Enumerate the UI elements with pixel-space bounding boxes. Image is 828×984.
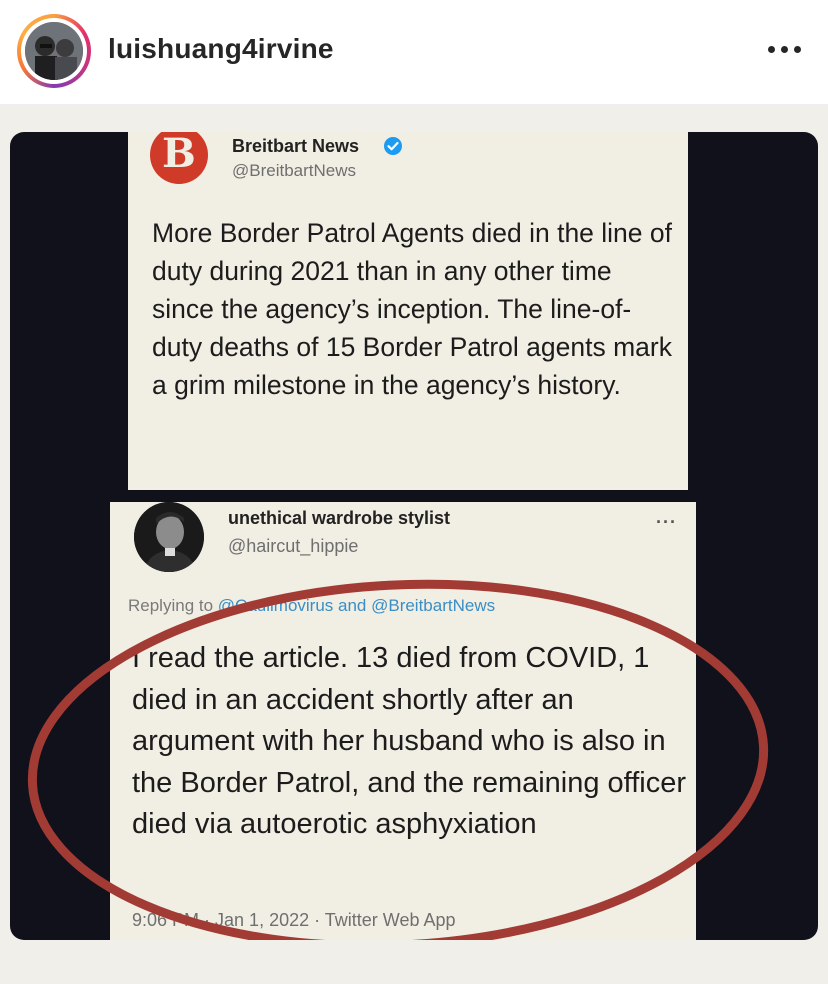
avatar[interactable] <box>25 22 83 80</box>
tweet-more-icon: ··· <box>656 512 677 532</box>
replying-prefix: Replying to <box>128 596 218 615</box>
reply-avatar <box>134 502 204 572</box>
breitbart-tweet: B Breitbart News @BreitbartNews More Bor… <box>128 132 688 490</box>
story-ring[interactable] <box>17 14 91 88</box>
reply-text: I read the article. 13 died from COVID, … <box>132 642 687 840</box>
username-link[interactable]: luishuang4irvine <box>108 33 334 65</box>
portrait-photo-icon <box>134 502 204 572</box>
verified-badge-icon <box>384 137 402 155</box>
screenshot-frame: B Breitbart News @BreitbartNews More Bor… <box>10 132 818 940</box>
tweet-author-name: Breitbart News <box>232 136 360 156</box>
breitbart-logo-icon: B <box>148 132 212 192</box>
post-header: luishuang4irvine <box>0 0 828 104</box>
reply-author-name: unethical wardrobe stylist <box>228 508 451 528</box>
tweet-text: More Border Patrol Agents died in the li… <box>152 218 672 400</box>
reply-author-handle: @haircut_hippie <box>228 536 359 556</box>
reply-tweet: unethical wardrobe stylist @haircut_hipp… <box>110 502 696 940</box>
reply-timestamp: 9:06 PM · Jan 1, 2022 · Twitter Web App <box>132 910 456 930</box>
tweet-author-handle: @BreitbartNews <box>232 161 357 180</box>
replying-mentions: @Caulimovirus and @BreitbartNews <box>217 596 496 615</box>
avatar-border <box>21 18 87 84</box>
more-options-icon[interactable] <box>766 46 802 56</box>
post-image[interactable]: B Breitbart News @BreitbartNews More Bor… <box>0 106 828 984</box>
avatar-photo-icon <box>25 22 83 80</box>
replying-to-line: Replying to @Caulimovirus and @Breitbart… <box>128 596 495 616</box>
